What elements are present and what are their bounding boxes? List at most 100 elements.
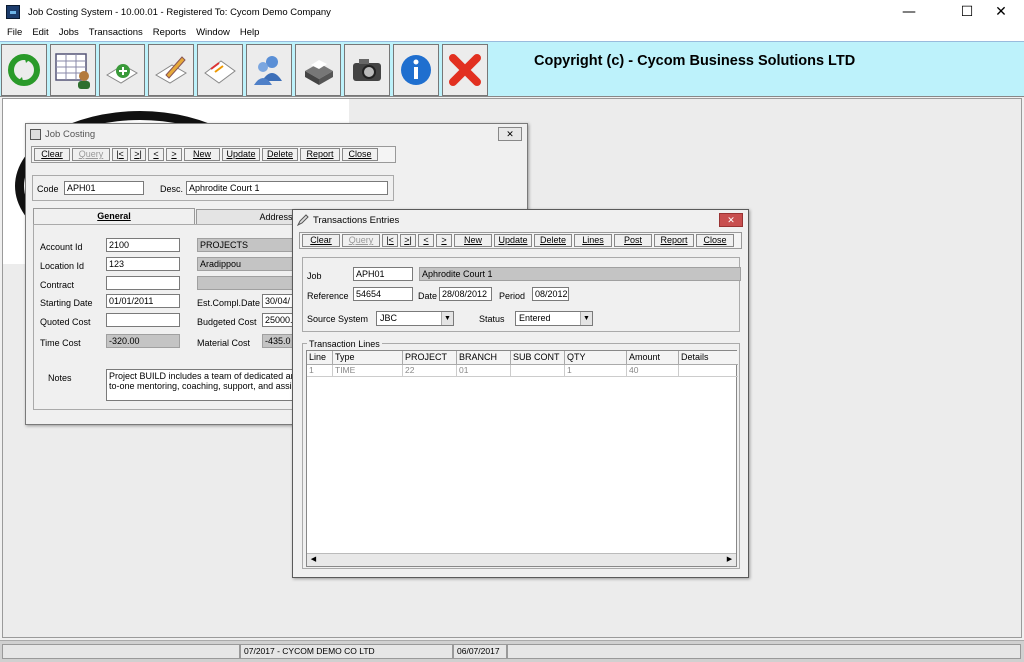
- menu-jobs[interactable]: Jobs: [54, 27, 84, 38]
- tr-next-button[interactable]: >: [436, 234, 452, 247]
- job-costing-button-bar: Clear Query |< >| < > New Update Delete …: [31, 146, 396, 163]
- status-select[interactable]: Entered ▼: [515, 311, 593, 326]
- jc-prev-button[interactable]: <: [148, 148, 164, 161]
- chevron-down-icon: ▼: [580, 312, 592, 325]
- transactions-window: Transactions Entries ✕ Clear Query |< >|…: [292, 209, 749, 578]
- jc-new-button[interactable]: New: [184, 148, 220, 161]
- jobs-grid-button[interactable]: [50, 44, 96, 96]
- tr-post-button[interactable]: Post: [614, 234, 652, 247]
- job-costing-titlebar[interactable]: Job Costing: [26, 124, 527, 144]
- app-icon: [6, 5, 20, 19]
- transactions-close-icon[interactable]: ✕: [719, 213, 743, 227]
- tr-close-button[interactable]: Close: [696, 234, 734, 247]
- contract-field[interactable]: [106, 276, 180, 290]
- contract-label: Contract: [40, 280, 75, 290]
- tr-prev-button[interactable]: <: [418, 234, 434, 247]
- print-button[interactable]: [295, 44, 341, 96]
- transactions-button-bar: Clear Query |< >| < > New Update Delete …: [299, 232, 742, 249]
- tr-clear-button[interactable]: Clear: [302, 234, 340, 247]
- printer-icon: [305, 60, 333, 85]
- menu-transactions[interactable]: Transactions: [84, 27, 148, 38]
- tr-first-button[interactable]: |<: [382, 234, 398, 247]
- cell-branch[interactable]: 01: [457, 365, 511, 377]
- jc-update-button[interactable]: Update: [222, 148, 260, 161]
- camera-button[interactable]: [344, 44, 390, 96]
- contract-name-field: [197, 276, 307, 290]
- jc-report-button[interactable]: Report: [300, 148, 340, 161]
- exit-icon: [449, 54, 481, 86]
- tr-update-button[interactable]: Update: [494, 234, 532, 247]
- col-amount[interactable]: Amount: [627, 351, 679, 365]
- refresh-button[interactable]: [1, 44, 47, 96]
- menu-bar: File Edit Jobs Transactions Reports Wind…: [0, 24, 1024, 41]
- col-branch[interactable]: BRANCH: [457, 351, 511, 365]
- notes-field[interactable]: Project BUILD includes a team of dedicat…: [106, 369, 306, 401]
- transaction-lines-group: Transaction Lines Line Type PROJECT BRAN…: [302, 339, 740, 569]
- status-value: Entered: [519, 313, 551, 323]
- job-label: Job: [307, 271, 322, 281]
- tr-delete-button[interactable]: Delete: [534, 234, 572, 247]
- tr-last-button[interactable]: >|: [400, 234, 416, 247]
- col-type[interactable]: Type: [333, 351, 403, 365]
- source-system-select[interactable]: JBC ▼: [376, 311, 454, 326]
- desc-field[interactable]: Aphrodite Court 1: [186, 181, 388, 195]
- tr-report-button[interactable]: Report: [654, 234, 694, 247]
- col-details[interactable]: Details: [679, 351, 738, 365]
- location-id-field[interactable]: 123: [106, 257, 180, 271]
- quoted-cost-field[interactable]: [106, 313, 180, 327]
- reference-field[interactable]: 54654: [353, 287, 413, 301]
- col-sub-cont[interactable]: SUB CONT: [511, 351, 565, 365]
- col-project[interactable]: PROJECT: [403, 351, 457, 365]
- status-period-company: 07/2017 - CYCOM DEMO CO LTD: [240, 644, 453, 659]
- info-button[interactable]: [393, 44, 439, 96]
- cell-type[interactable]: TIME: [333, 365, 403, 377]
- starting-date-label: Starting Date: [40, 298, 93, 308]
- scroll-right-icon[interactable]: ▶: [724, 555, 735, 565]
- users-button[interactable]: [246, 44, 292, 96]
- period-field[interactable]: 08/2012: [532, 287, 569, 301]
- jc-last-button[interactable]: >|: [130, 148, 146, 161]
- account-id-field[interactable]: 2100: [106, 238, 180, 252]
- cell-qty[interactable]: 1: [565, 365, 627, 377]
- edit-record-button[interactable]: [148, 44, 194, 96]
- code-field[interactable]: APH01: [64, 181, 144, 195]
- jc-delete-button[interactable]: Delete: [262, 148, 298, 161]
- cell-amount[interactable]: 40: [627, 365, 679, 377]
- jc-next-button[interactable]: >: [166, 148, 182, 161]
- cell-details[interactable]: [679, 365, 738, 377]
- jc-first-button[interactable]: |<: [112, 148, 128, 161]
- note-icon: [204, 60, 236, 84]
- transaction-lines-grid: Line Type PROJECT BRANCH SUB CONT QTY Am…: [306, 350, 738, 567]
- col-line[interactable]: Line: [307, 351, 333, 365]
- job-field[interactable]: APH01: [353, 267, 413, 281]
- notes-button[interactable]: [197, 44, 243, 96]
- date-field[interactable]: 28/08/2012: [439, 287, 492, 301]
- cell-sub-cont[interactable]: [511, 365, 565, 377]
- col-qty[interactable]: QTY: [565, 351, 627, 365]
- add-record-button[interactable]: [99, 44, 145, 96]
- menu-window[interactable]: Window: [191, 27, 235, 38]
- jc-query-button[interactable]: Query: [72, 148, 110, 161]
- job-costing-close-icon[interactable]: ✕: [498, 127, 522, 141]
- horizontal-scrollbar[interactable]: ◀ ▶: [307, 553, 736, 566]
- tr-query-button[interactable]: Query: [342, 234, 380, 247]
- exit-button[interactable]: [442, 44, 488, 96]
- menu-reports[interactable]: Reports: [148, 27, 191, 38]
- menu-edit[interactable]: Edit: [27, 27, 53, 38]
- menu-file[interactable]: File: [2, 27, 27, 38]
- cell-line[interactable]: 1: [307, 365, 333, 377]
- transactions-titlebar[interactable]: Transactions Entries: [293, 210, 748, 230]
- menu-help[interactable]: Help: [235, 27, 265, 38]
- minimize-button[interactable]: —: [886, 0, 932, 24]
- tr-new-button[interactable]: New: [454, 234, 492, 247]
- tab-general[interactable]: General: [33, 208, 195, 224]
- jc-close-button[interactable]: Close: [342, 148, 378, 161]
- tr-lines-button[interactable]: Lines: [574, 234, 612, 247]
- code-group: Code APH01 Desc. Aphrodite Court 1: [32, 175, 394, 201]
- close-window-button[interactable]: ✕: [978, 0, 1024, 24]
- cell-project[interactable]: 22: [403, 365, 457, 377]
- status-date: 06/07/2017: [453, 644, 507, 659]
- jc-clear-button[interactable]: Clear: [34, 148, 70, 161]
- starting-date-field[interactable]: 01/01/2011: [106, 294, 180, 308]
- scroll-left-icon[interactable]: ◀: [308, 555, 319, 565]
